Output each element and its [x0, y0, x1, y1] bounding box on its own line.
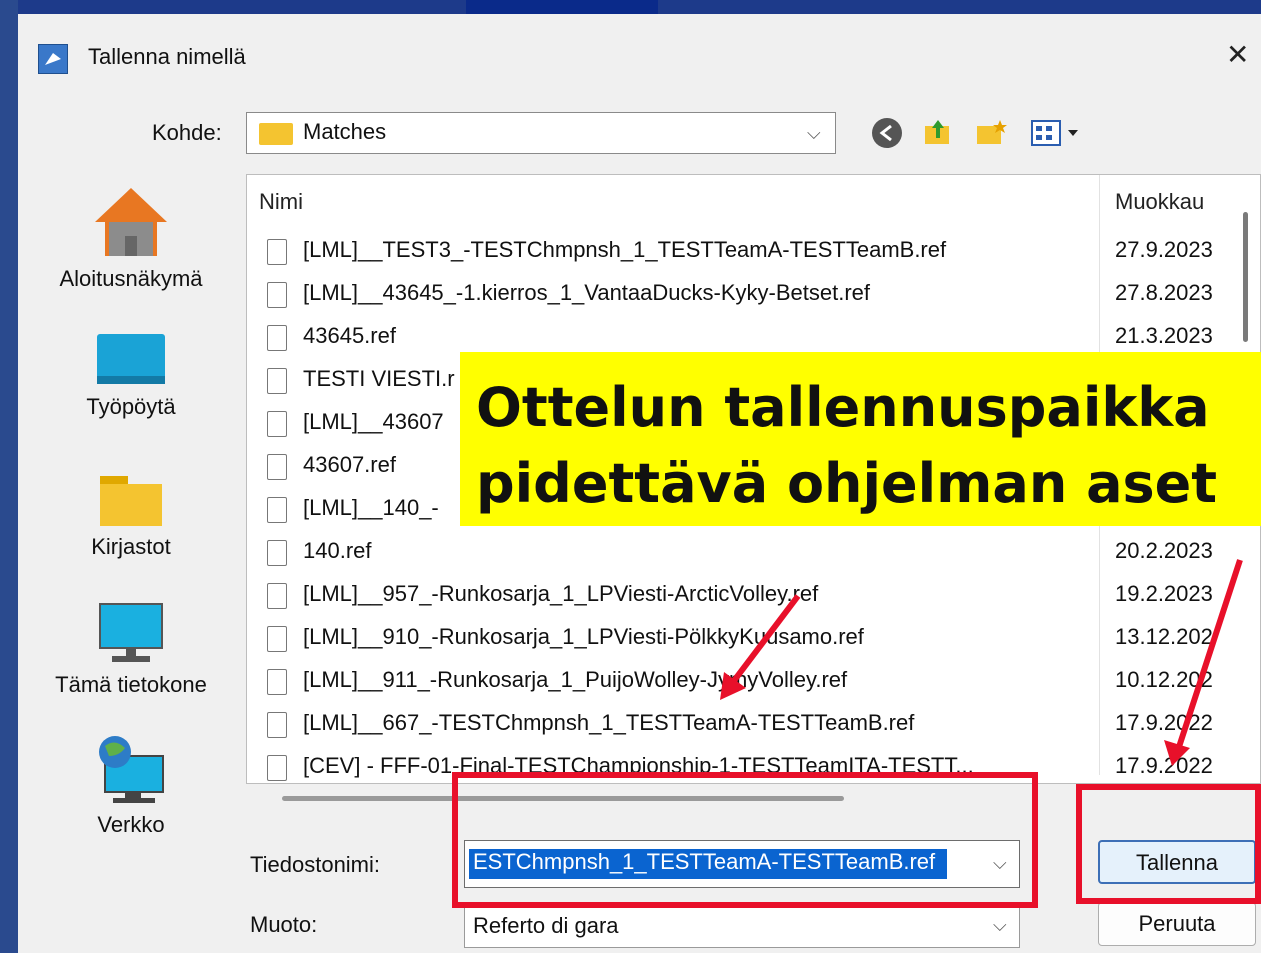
annotation-arrows [720, 559, 1243, 766]
arrow-line [1175, 559, 1243, 751]
arrowhead [720, 672, 746, 700]
arrow-line [727, 594, 801, 688]
